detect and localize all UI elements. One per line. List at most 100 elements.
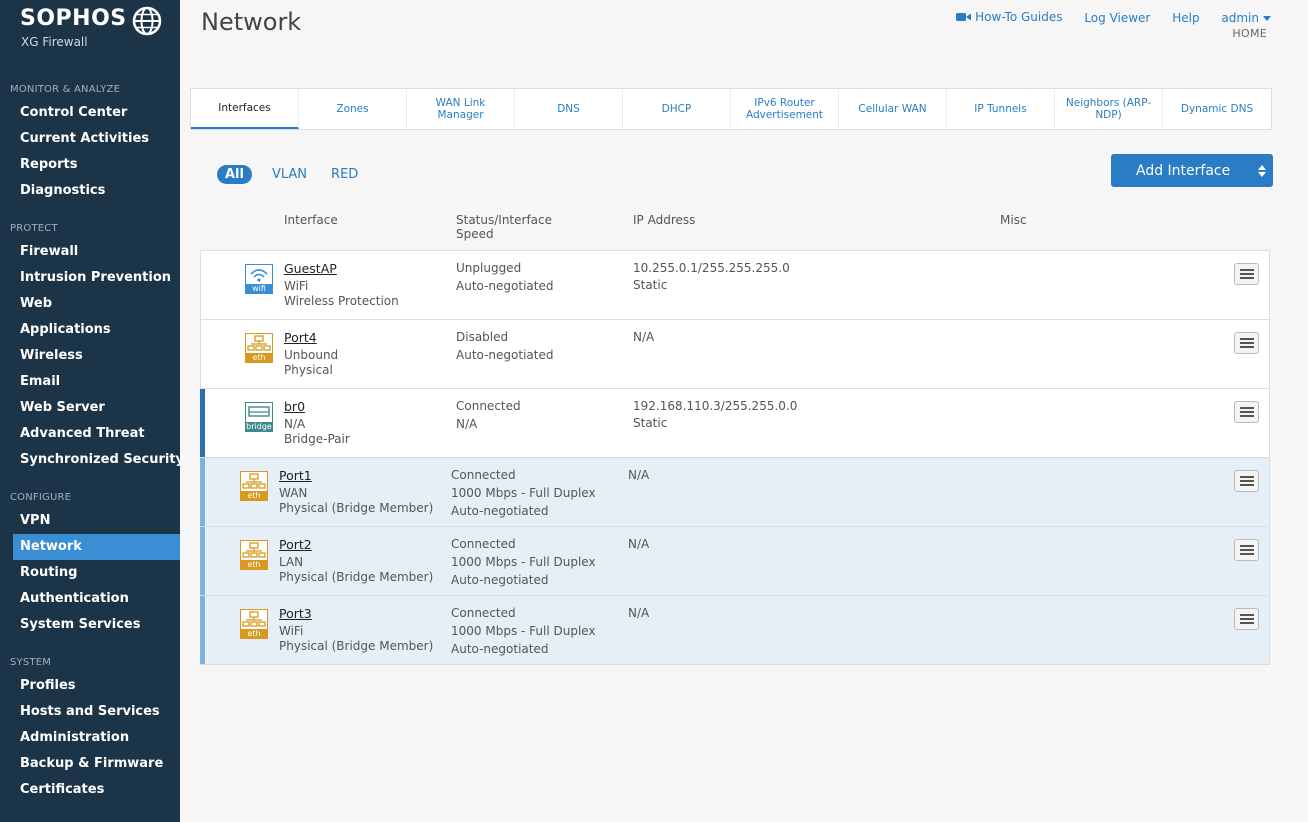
interface-status: 1000 Mbps - Full Duplex [451, 555, 596, 569]
tab-dhcp[interactable]: DHCP [623, 89, 731, 129]
menu-icon-line [1239, 277, 1254, 279]
tab-neighbors-arp-ndp[interactable]: Neighbors (ARP-NDP) [1055, 89, 1163, 129]
sidebar-item-network[interactable]: Network [13, 534, 180, 560]
how-to-guides-label: How-To Guides [975, 10, 1063, 24]
sidebar-item-profiles[interactable]: Profiles [13, 673, 180, 699]
breadcrumb[interactable]: HOME [1232, 27, 1267, 40]
sidebar-item-routing[interactable]: Routing [13, 560, 180, 586]
interface-status: Disabled [456, 330, 509, 344]
table-row: eth Port3 WiFi Physical (Bridge Member) Conn… [200, 596, 1269, 664]
interface-zone: WAN [279, 486, 308, 500]
eth-icon: eth [245, 333, 273, 363]
how-to-guides-link[interactable]: How-To Guides [956, 10, 1063, 24]
sidebar-item-vpn[interactable]: VPN [13, 508, 180, 534]
chevron-down-icon [1263, 16, 1271, 21]
row-menu-button[interactable] [1234, 263, 1259, 285]
interface-status: Auto-negotiated [456, 348, 554, 362]
sidebar-item-hosts-and-services[interactable]: Hosts and Services [13, 699, 180, 725]
interface-name-link[interactable]: GuestAP [284, 261, 337, 276]
row-menu-button[interactable] [1234, 539, 1259, 561]
column-header-misc: Misc [1000, 213, 1027, 227]
sidebar-item-synchronized-security[interactable]: Synchronized Security [13, 447, 184, 473]
tab-bar: Interfaces Zones WAN Link Manager DNS DHCP IP… [190, 88, 1272, 130]
interface-status: Connected [456, 399, 521, 413]
menu-icon-line [1239, 614, 1254, 616]
tab-ip-tunnels[interactable]: IP Tunnels [947, 89, 1055, 129]
sidebar-item-email[interactable]: Email [13, 369, 180, 395]
sidebar-item-web[interactable]: Web [13, 291, 180, 317]
eth-icon: eth [240, 540, 268, 570]
tab-zones[interactable]: Zones [299, 89, 407, 129]
sidebar-item-advanced-threat[interactable]: Advanced Threat [13, 421, 180, 447]
brand-subtitle: XG Firewall [21, 35, 88, 49]
sidebar-item-backup-firmware[interactable]: Backup & Firmware [13, 751, 180, 777]
interface-zone: LAN [279, 555, 304, 569]
table-row: bridge br0 N/A Bridge-Pair Connected N/A 192.1… [200, 389, 1269, 458]
icon-label: eth [247, 491, 261, 500]
top-links: How-To Guides Log Viewer Help admin [938, 10, 1271, 25]
sidebar-item-system-services[interactable]: System Services [13, 612, 180, 638]
interface-name-link[interactable]: Port4 [284, 330, 317, 345]
interface-status: N/A [456, 417, 478, 431]
tab-dynamic-dns[interactable]: Dynamic DNS [1163, 89, 1271, 129]
menu-icon-line [1239, 407, 1254, 409]
sidebar-section-label: MONITOR & ANALYZE [10, 84, 121, 95]
table-row: eth Port1 WAN Physical (Bridge Member) Conne… [200, 458, 1269, 527]
menu-icon-line [1239, 269, 1254, 271]
interface-type: Physical (Bridge Member) [279, 501, 434, 515]
tab-interfaces[interactable]: Interfaces [191, 89, 299, 129]
sidebar-item-control-center[interactable]: Control Center [13, 100, 180, 126]
interface-status: Unplugged [456, 261, 522, 275]
tab-ipv6-router-advertisement[interactable]: IPv6 Router Advertisement [731, 89, 839, 129]
admin-menu[interactable]: admin [1221, 11, 1271, 25]
row-menu-button[interactable] [1234, 608, 1259, 630]
brand-logo[interactable]: SOPHOS XG Firewall [20, 6, 170, 56]
add-interface-button[interactable]: Add Interface [1111, 154, 1273, 187]
column-header-status: Status/Interface Speed [456, 213, 553, 241]
filter-all[interactable]: All [217, 165, 252, 184]
sidebar-item-diagnostics[interactable]: Diagnostics [13, 178, 180, 204]
row-indicator-bar [200, 596, 205, 664]
sidebar-item-intrusion-prevention[interactable]: Intrusion Prevention [13, 265, 180, 291]
row-menu-button[interactable] [1234, 470, 1259, 492]
tab-cellular-wan[interactable]: Cellular WAN [839, 89, 947, 129]
sidebar: SOPHOS XG Firewall MONITOR & ANALYZE Cont… [0, 0, 184, 822]
interface-ip: N/A [633, 330, 655, 344]
menu-icon-line [1239, 545, 1254, 547]
filter-red[interactable]: RED [331, 165, 358, 184]
sidebar-item-authentication[interactable]: Authentication [13, 586, 180, 612]
interface-name-link[interactable]: Port2 [279, 537, 312, 552]
sidebar-item-administration[interactable]: Administration [13, 725, 180, 751]
sidebar-item-applications[interactable]: Applications [13, 317, 180, 343]
interface-name-link[interactable]: Port1 [279, 468, 312, 483]
help-link[interactable]: Help [1172, 11, 1199, 25]
row-menu-button[interactable] [1234, 401, 1259, 423]
interface-type: Physical [284, 363, 333, 377]
icon-label: wifi [252, 284, 266, 293]
sidebar-item-certificates[interactable]: Certificates [13, 777, 180, 803]
interface-name-link[interactable]: Port3 [279, 606, 312, 621]
interface-zone: N/A [284, 417, 306, 431]
menu-icon-line [1239, 484, 1254, 486]
column-header-interface: Interface [284, 213, 338, 227]
sidebar-item-current-activities[interactable]: Current Activities [13, 126, 180, 152]
filter-vlan[interactable]: VLAN [272, 165, 307, 184]
sidebar-section-label: CONFIGURE [10, 492, 72, 503]
sidebar-item-reports[interactable]: Reports [13, 152, 180, 178]
row-indicator-bar [200, 458, 205, 526]
row-menu-button[interactable] [1234, 332, 1259, 354]
interface-status: Connected [451, 606, 516, 620]
menu-icon-line [1239, 342, 1254, 344]
sidebar-item-web-server[interactable]: Web Server [13, 395, 180, 421]
interface-zone: Unbound [284, 348, 339, 362]
eth-icon: eth [240, 609, 268, 639]
interface-ip: N/A [628, 606, 650, 620]
sidebar-item-wireless[interactable]: Wireless [13, 343, 180, 369]
tab-wan-link-manager[interactable]: WAN Link Manager [407, 89, 515, 129]
sidebar-item-firewall[interactable]: Firewall [13, 239, 180, 265]
tab-dns[interactable]: DNS [515, 89, 623, 129]
interface-name-link[interactable]: br0 [284, 399, 305, 414]
eth-icon: eth [240, 471, 268, 501]
sidebar-section-label: SYSTEM [10, 657, 52, 668]
log-viewer-link[interactable]: Log Viewer [1084, 11, 1150, 25]
